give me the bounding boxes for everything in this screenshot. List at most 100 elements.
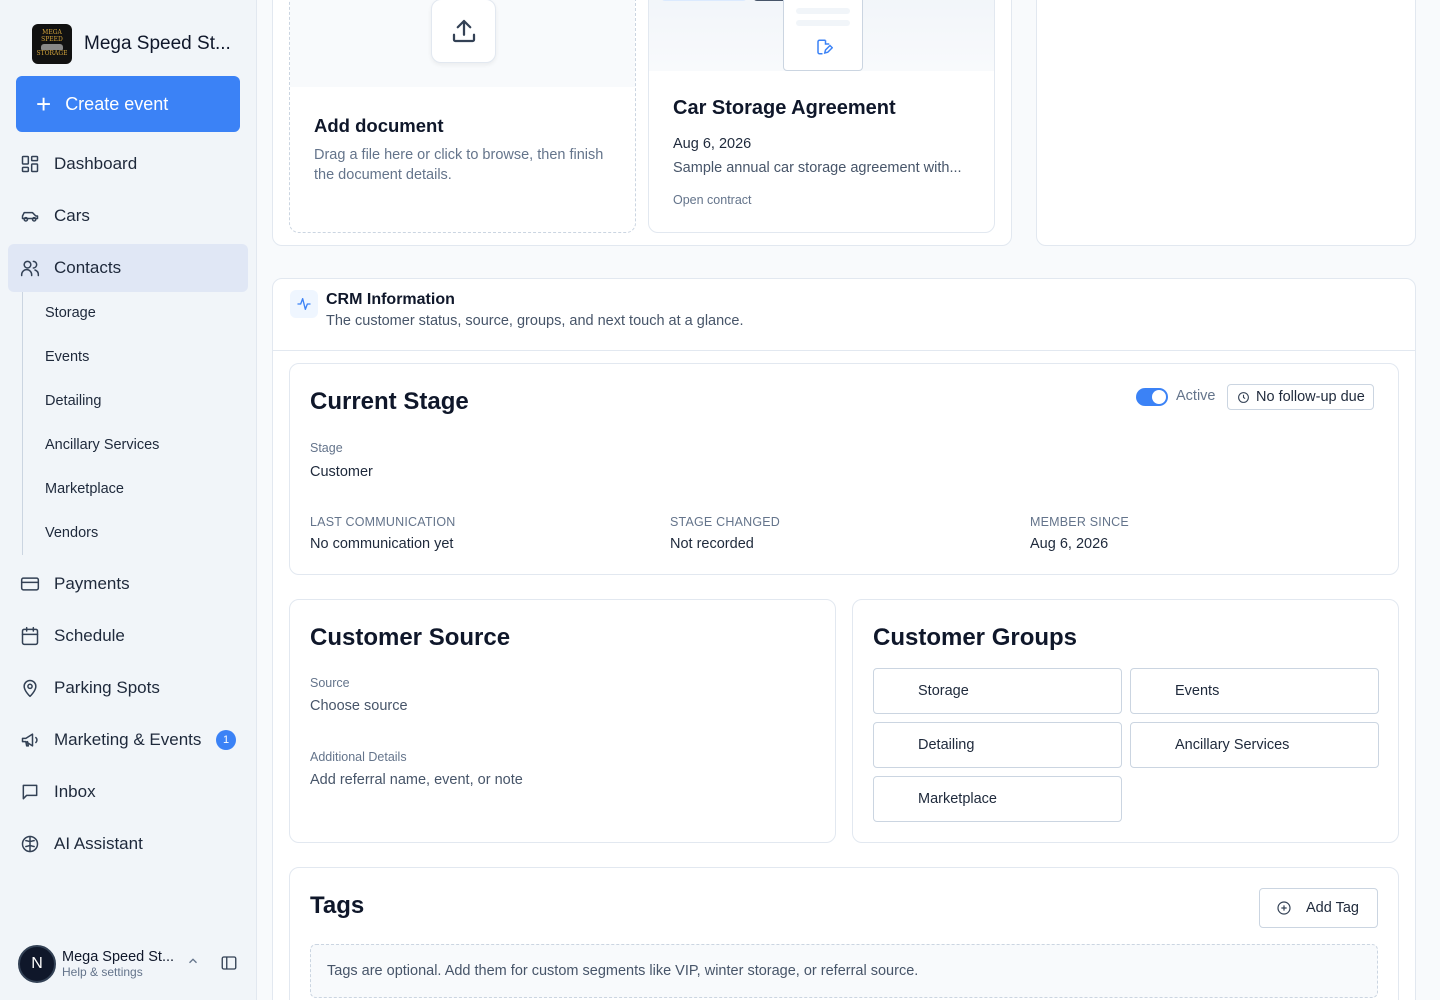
document-preview bbox=[783, 0, 863, 71]
customer-groups-heading: Customer Groups bbox=[873, 624, 1078, 651]
nav-item-ai-assistant[interactable]: AI Assistant bbox=[8, 820, 248, 868]
member-since-value: Aug 6, 2026 bbox=[1030, 536, 1109, 552]
nav-item-inbox[interactable]: Inbox bbox=[8, 768, 248, 816]
avatar: N bbox=[18, 945, 56, 983]
nav-label: Dashboard bbox=[54, 154, 138, 173]
file-edit-icon bbox=[817, 39, 833, 55]
notification-badge: 1 bbox=[216, 730, 236, 750]
open-contract-link[interactable]: Open contract bbox=[673, 193, 752, 207]
upload-icon bbox=[431, 0, 496, 63]
source-select[interactable]: Choose source bbox=[310, 698, 408, 714]
stage-select[interactable]: Customer bbox=[310, 464, 373, 480]
subnav-item-detailing[interactable]: Detailing bbox=[45, 393, 101, 409]
user-menu[interactable]: N Mega Speed St... Help & settings bbox=[18, 944, 242, 984]
nav-item-cars[interactable]: Cars bbox=[8, 192, 248, 240]
user-subtitle: Help & settings bbox=[62, 965, 143, 979]
tags-card: Tags Add Tag Tags are optional. Add them… bbox=[289, 867, 1399, 1000]
group-label: Events bbox=[1175, 683, 1220, 699]
member-since-label: MEMBER SINCE bbox=[1030, 515, 1129, 529]
nav-label: Cars bbox=[54, 206, 90, 225]
group-events-button[interactable]: Events bbox=[1130, 668, 1379, 714]
subnav-item-marketplace[interactable]: Marketplace bbox=[45, 481, 124, 497]
car-icon bbox=[20, 206, 40, 226]
add-document-description: Drag a file here or click to browse, the… bbox=[314, 147, 604, 183]
contract-type-pill bbox=[661, 0, 747, 1]
contract-title: Car Storage Agreement bbox=[673, 97, 896, 119]
user-name: Mega Speed St... bbox=[62, 949, 175, 965]
subnav-item-storage[interactable]: Storage bbox=[45, 305, 96, 321]
nav-item-contacts[interactable]: Contacts bbox=[8, 244, 248, 292]
user-info: Mega Speed St... Help & settings bbox=[62, 949, 174, 979]
add-tag-label: Add Tag bbox=[1306, 900, 1359, 916]
tags-note-text: Tags are optional. Add them for custom s… bbox=[327, 963, 919, 979]
source-label: Source bbox=[310, 676, 350, 690]
nav-item-marketing-events[interactable]: Marketing & Events 1 bbox=[8, 716, 248, 764]
sidebar-toggle-icon[interactable] bbox=[220, 954, 238, 972]
nav-item-payments[interactable]: Payments bbox=[8, 560, 248, 608]
last-communication-value: No communication yet bbox=[310, 536, 454, 552]
credit-card-icon bbox=[20, 574, 40, 594]
nav-label: Marketing & Events bbox=[54, 730, 202, 749]
stage-label: Stage bbox=[310, 441, 343, 455]
plus-circle-icon bbox=[1277, 901, 1291, 915]
map-pin-icon bbox=[20, 678, 40, 698]
crm-header: CRM Information The customer status, sou… bbox=[273, 279, 1415, 351]
nav-item-parking-spots[interactable]: Parking Spots bbox=[8, 664, 248, 712]
additional-details-input[interactable]: Add referral name, event, or note bbox=[310, 772, 523, 788]
subnav-item-events[interactable]: Events bbox=[45, 349, 89, 365]
message-square-icon bbox=[20, 782, 40, 802]
current-stage-card: Current Stage Active No follow-up due St… bbox=[289, 363, 1399, 575]
group-label: Ancillary Services bbox=[1175, 737, 1290, 753]
nav-item-schedule[interactable]: Schedule bbox=[8, 612, 248, 660]
nav-label: AI Assistant bbox=[54, 834, 143, 853]
add-tag-button[interactable]: Add Tag bbox=[1259, 888, 1378, 928]
chevron-up-icon[interactable] bbox=[186, 954, 200, 968]
subnav-item-vendors[interactable]: Vendors bbox=[45, 525, 98, 541]
group-detailing-button[interactable]: Detailing bbox=[873, 722, 1122, 768]
contract-preview bbox=[649, 0, 994, 71]
brand-logo-text-bottom: STORAGE bbox=[36, 50, 68, 58]
group-label: Marketplace bbox=[918, 791, 997, 807]
crm-subtitle: The customer status, source, groups, and… bbox=[326, 313, 744, 329]
users-icon bbox=[20, 258, 40, 278]
nav-label: Payments bbox=[54, 574, 130, 593]
group-storage-button[interactable]: Storage bbox=[873, 668, 1122, 714]
stage-changed-value: Not recorded bbox=[670, 536, 754, 552]
group-ancillary-services-button[interactable]: Ancillary Services bbox=[1130, 722, 1379, 768]
customer-source-heading: Customer Source bbox=[310, 624, 511, 651]
additional-details-label: Additional Details bbox=[310, 750, 407, 764]
calendar-icon bbox=[20, 626, 40, 646]
contract-description: Sample annual car storage agreement with… bbox=[673, 160, 962, 176]
customer-source-card: Customer Source Source Choose source Add… bbox=[289, 599, 836, 843]
follow-up-label: No follow-up due bbox=[1256, 389, 1365, 405]
activity-icon bbox=[290, 290, 318, 318]
nav-label: Inbox bbox=[54, 782, 96, 801]
tags-heading: Tags bbox=[310, 892, 365, 919]
active-label: Active bbox=[1176, 388, 1216, 404]
subnav-item-ancillary-services[interactable]: Ancillary Services bbox=[45, 437, 159, 453]
current-stage-heading: Current Stage bbox=[310, 388, 469, 415]
brand-logo: MEGA SPEED STORAGE bbox=[32, 24, 72, 64]
create-event-button[interactable]: + Create event bbox=[16, 76, 240, 132]
crm-information-card: CRM Information The customer status, sou… bbox=[272, 278, 1416, 1000]
nav-item-dashboard[interactable]: Dashboard bbox=[8, 140, 248, 188]
active-toggle[interactable] bbox=[1136, 388, 1168, 406]
side-panel-card bbox=[1036, 0, 1416, 246]
contacts-subnav: Storage Events Detailing Ancillary Servi… bbox=[22, 292, 242, 555]
last-communication-label: LAST COMMUNICATION bbox=[310, 515, 456, 529]
contract-date: Aug 6, 2026 bbox=[673, 136, 752, 152]
brain-icon bbox=[20, 834, 40, 854]
contract-card[interactable]: Car Storage Agreement Aug 6, 2026 Sample… bbox=[648, 0, 995, 233]
brand[interactable]: MEGA SPEED STORAGE Mega Speed St... bbox=[32, 24, 231, 64]
group-label: Detailing bbox=[918, 737, 975, 753]
sidebar: MEGA SPEED STORAGE Mega Speed St... + Cr… bbox=[0, 0, 257, 1000]
customer-groups-card: Customer Groups Storage Events Detailing… bbox=[852, 599, 1399, 843]
stage-changed-label: STAGE CHANGED bbox=[670, 515, 781, 529]
create-event-label: Create event bbox=[65, 93, 169, 114]
brand-name: Mega Speed St... bbox=[84, 33, 231, 54]
megaphone-icon bbox=[20, 730, 40, 750]
nav-label: Contacts bbox=[54, 258, 122, 277]
group-marketplace-button[interactable]: Marketplace bbox=[873, 776, 1122, 822]
follow-up-status-button[interactable]: No follow-up due bbox=[1227, 384, 1374, 410]
add-document-dropzone[interactable]: Add document Drag a file here or click t… bbox=[289, 0, 636, 233]
